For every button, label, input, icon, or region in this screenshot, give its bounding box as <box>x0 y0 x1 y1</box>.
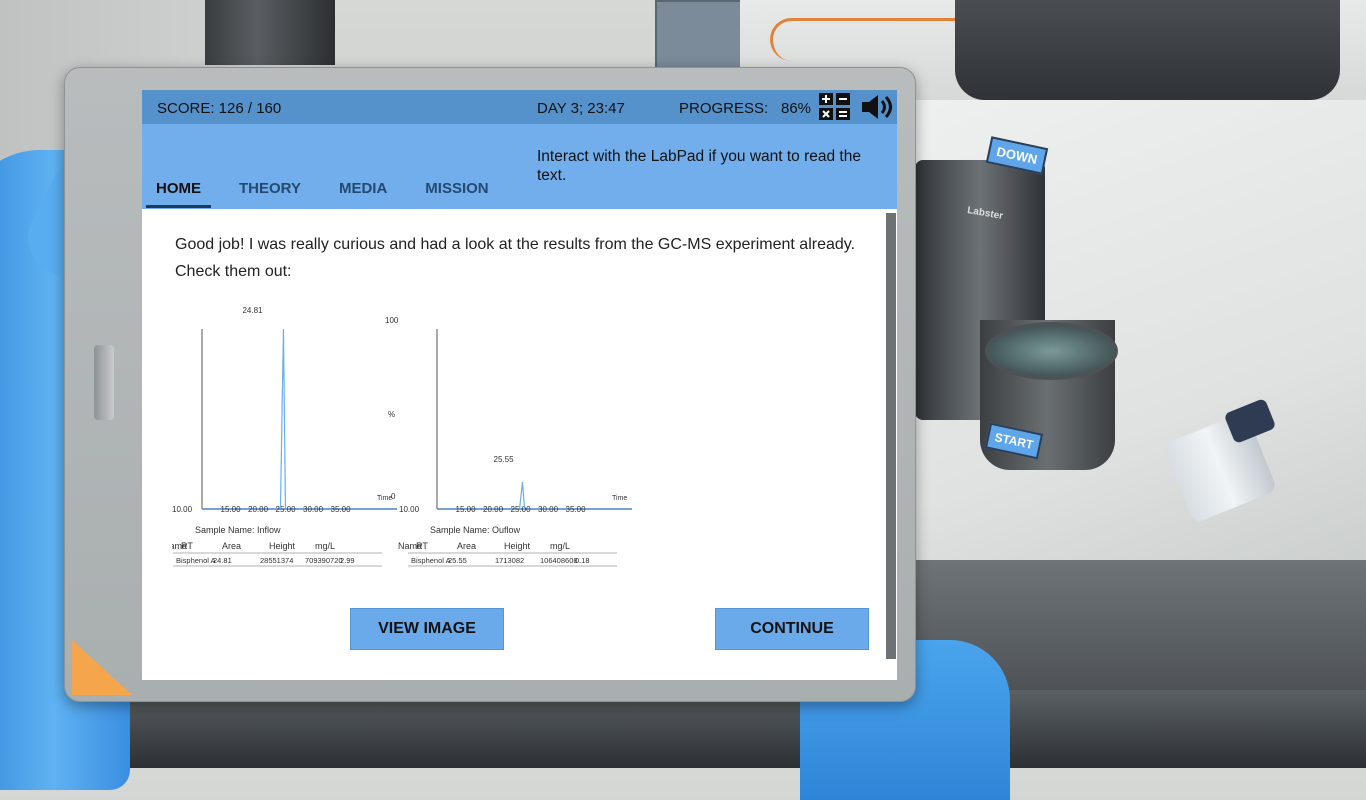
table-cell: 2.99 <box>340 556 355 565</box>
table-cell: 1713082 <box>495 556 524 565</box>
table-cell: 28551374 <box>260 556 293 565</box>
day-time-text: DAY 3; 23:47 <box>537 100 625 117</box>
table-column-header: mg/L <box>550 541 570 551</box>
tablet-side-button[interactable] <box>94 345 114 420</box>
x-tick-label: 30.00 <box>303 505 324 514</box>
tab-home[interactable]: HOME <box>146 180 211 208</box>
x-axis-label: Time <box>612 495 627 502</box>
table-cell: Bisphenol A <box>411 556 451 565</box>
peak-label: 24.81 <box>242 307 263 315</box>
x-tick-label: 35.00 <box>331 505 352 514</box>
content-scrollbar[interactable] <box>886 213 896 659</box>
lab-pillar <box>205 0 335 65</box>
sample-name: Sample Name: Inflow <box>195 525 281 535</box>
x-tick-label: 15.00 <box>221 505 242 514</box>
x-tick-label: 30.00 <box>538 505 559 514</box>
x-axis-start-label: 10.00 <box>172 505 193 514</box>
peak-label: 25.55 <box>494 455 515 464</box>
x-axis-start-label: 10.00 <box>399 505 420 514</box>
table-column-header: Area <box>222 541 241 551</box>
speaker-icon[interactable] <box>860 93 894 125</box>
progress-value: 86% <box>781 100 812 117</box>
equipment-brand-label: Labster <box>966 204 1004 223</box>
table-cell: 24.81 <box>213 556 232 565</box>
table-column-header: RT <box>416 541 428 551</box>
lab-machine <box>955 0 1340 100</box>
labpad-screen: SCORE: 126 / 160 DAY 3; 23:47 PROGRESS: … <box>142 90 897 680</box>
progress-label: PROGRESS: <box>679 100 769 117</box>
table-column-header: Height <box>269 541 296 551</box>
table-cell: 709390720 <box>305 556 343 565</box>
table-cell: 25.55 <box>448 556 467 565</box>
table-column-header: mg/L <box>315 541 335 551</box>
heating-bath-water <box>985 322 1118 380</box>
sample-name: Sample Name: Ouflow <box>430 525 521 535</box>
tab-mission[interactable]: MISSION <box>425 180 488 208</box>
y-tick-label: 100 <box>385 316 399 325</box>
x-tick-label: 25.00 <box>511 505 532 514</box>
table-column-header: Area <box>457 541 476 551</box>
read-hint: Interact with the LabPad if you want to … <box>537 148 861 184</box>
continue-button[interactable]: CONTINUE <box>715 608 869 650</box>
x-tick-label: 35.00 <box>566 505 587 514</box>
y-axis-label: % <box>388 410 395 419</box>
tab-theory[interactable]: THEORY <box>239 180 301 208</box>
table-cell: 0.18 <box>575 556 590 565</box>
table-cell: Bisphenol A <box>176 556 216 565</box>
tab-bar: HOME THEORY MEDIA MISSION <box>146 180 527 208</box>
assistant-message: Good job! I was really curious and had a… <box>175 236 856 280</box>
y-tick-label: 0 <box>391 492 396 501</box>
chromatogram-peak <box>279 328 287 510</box>
status-bar: SCORE: 126 / 160 DAY 3; 23:47 PROGRESS: … <box>142 90 897 124</box>
labpad-tablet: SCORE: 126 / 160 DAY 3; 23:47 PROGRESS: … <box>64 67 916 702</box>
home-content: Good job! I was really curious and had a… <box>142 209 897 680</box>
x-tick-label: 15.00 <box>456 505 477 514</box>
calculator-icon[interactable] <box>818 92 852 126</box>
labpad-header: HOME THEORY MEDIA MISSION Interact with … <box>142 124 897 209</box>
view-image-button[interactable]: VIEW IMAGE <box>350 608 504 650</box>
gc-ms-results-image[interactable]: 10.00 15.00 20.00 25.00 30.00 35.00 Time 24.81 S… <box>163 306 662 567</box>
tab-media[interactable]: MEDIA <box>339 180 387 208</box>
x-tick-label: 20.00 <box>248 505 269 514</box>
table-cell: 106408608 <box>540 556 578 565</box>
table-column-header: Height <box>504 541 531 551</box>
score-text: SCORE: 126 / 160 <box>157 100 282 117</box>
gc-ms-chart: 10.00 15.00 20.00 25.00 30.00 35.00 Time 24.81 S… <box>163 306 632 567</box>
x-tick-label: 20.00 <box>483 505 504 514</box>
table-column-header: RT <box>181 541 193 551</box>
wall-panel <box>655 0 744 69</box>
